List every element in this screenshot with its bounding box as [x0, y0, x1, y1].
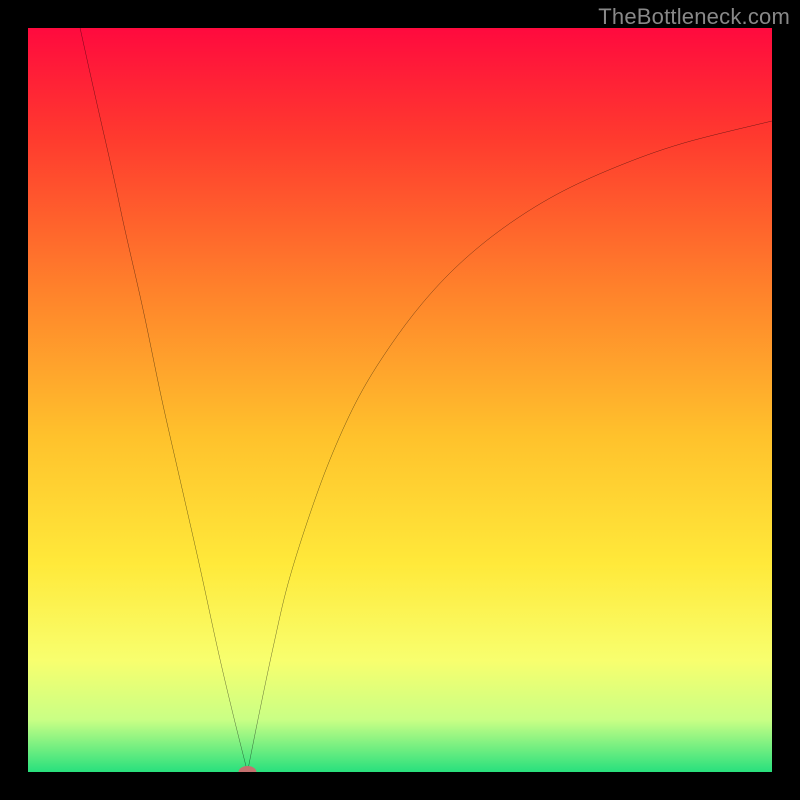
attribution-label: TheBottleneck.com: [598, 4, 790, 30]
chart-frame: TheBottleneck.com: [0, 0, 800, 800]
plot-area: [28, 28, 772, 772]
gradient-background: [28, 28, 772, 772]
chart-svg: [28, 28, 772, 772]
